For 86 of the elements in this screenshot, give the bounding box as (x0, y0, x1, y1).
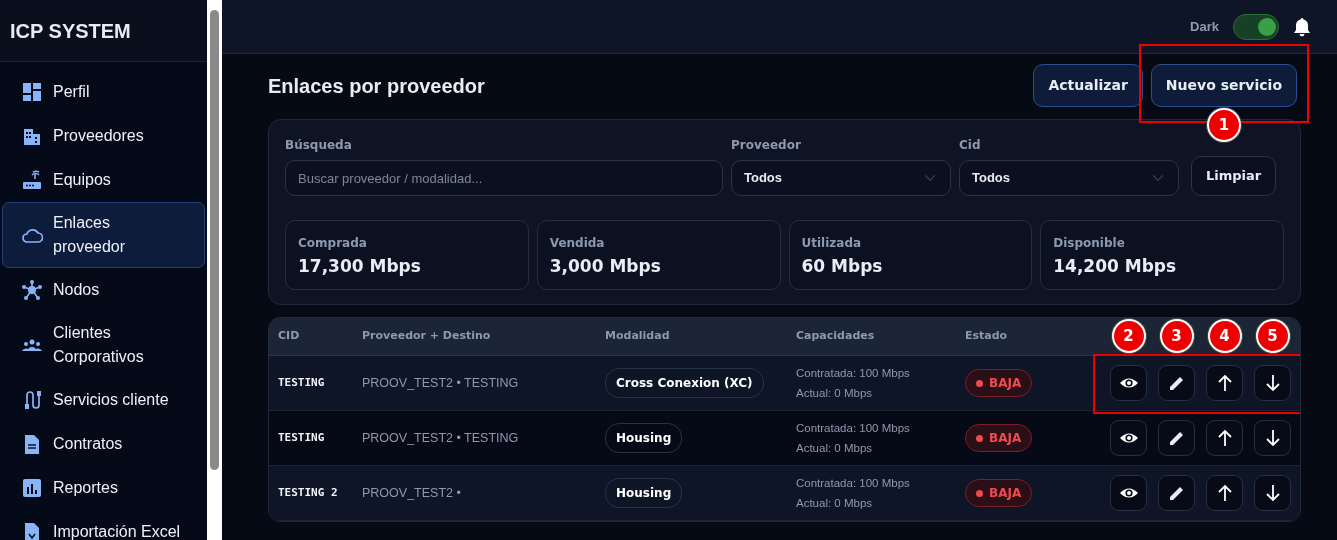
column-header: Estado (964, 328, 1009, 345)
status-tag: BAJA (965, 424, 1033, 452)
status-tag: BAJA (965, 369, 1033, 397)
view-button[interactable] (1110, 420, 1147, 456)
cid-select[interactable]: Todos (959, 160, 1179, 196)
view-button[interactable] (1110, 365, 1147, 401)
field-label: Búsqueda (285, 137, 353, 154)
sidebar-item[interactable]: Importación Excel (2, 510, 205, 540)
new-service-button[interactable]: Nuevo servicio (1150, 64, 1297, 107)
table-cell-text: PROOV_TEST2 • (361, 484, 462, 502)
sidebar-item[interactable]: Perfil (2, 70, 205, 114)
move-down-button[interactable] (1254, 365, 1291, 401)
arrow-down-icon (1264, 484, 1281, 502)
callout-marker: 1 (1208, 110, 1239, 140)
field-label: Cid (959, 137, 982, 154)
callout-marker: 4 (1209, 321, 1240, 351)
table-cell-text: TESTING (277, 374, 326, 391)
table-cell-text: Actual: 0 Mbps (796, 496, 874, 511)
arrow-up-icon (1216, 484, 1233, 502)
sidebar-item[interactable]: Contratos (2, 422, 205, 466)
search-field[interactable]: Buscar proveedor / modalidad... (285, 160, 723, 196)
status-tag: BAJA (965, 479, 1033, 507)
callout-marker: 3 (1161, 321, 1192, 351)
pencil-icon (1167, 484, 1186, 502)
table-cell-text: PROOV_TEST2 • TESTING (361, 374, 520, 392)
column-header: CID (277, 328, 301, 345)
sidebar-item[interactable]: Equipos (2, 158, 205, 202)
stat-label: Disponible (1053, 235, 1126, 252)
refresh-button[interactable]: Actualizar (1033, 64, 1143, 107)
stat-label: Utilizada (801, 235, 863, 252)
dashboard-icon (21, 81, 43, 103)
sidebar-item[interactable]: Servicios cliente (2, 378, 205, 422)
sidebar-item[interactable]: Nodos (2, 268, 205, 312)
table-cell-text: PROOV_TEST2 • TESTING (361, 429, 520, 447)
edit-button[interactable] (1158, 365, 1195, 401)
pencil-icon (1167, 374, 1186, 392)
pencil-icon (1167, 429, 1186, 447)
modality-tag: Cross Conexion (XC) (605, 368, 764, 398)
move-up-button[interactable] (1206, 365, 1243, 401)
table-cell-text: TESTING 2 (277, 484, 339, 501)
callout-marker: 2 (1113, 321, 1144, 351)
move-down-button[interactable] (1254, 475, 1291, 511)
router-icon (21, 169, 43, 191)
field-label: Proveedor (731, 137, 802, 154)
scrollbar[interactable] (207, 0, 222, 540)
column-header: Modalidad (604, 328, 671, 345)
table-cell-text: Contratada: 100 Mbps (796, 421, 911, 436)
column-header: Proveedor + Destino (361, 328, 492, 345)
bar-chart-icon (21, 477, 43, 499)
arrow-up-icon (1216, 429, 1233, 447)
table-cell-text: Contratada: 100 Mbps (796, 476, 911, 491)
modality-tag: Housing (605, 423, 683, 453)
move-up-button[interactable] (1206, 420, 1243, 456)
modality-tag: Housing (605, 478, 683, 508)
move-up-button[interactable] (1206, 475, 1243, 511)
arrow-up-icon (1216, 374, 1233, 392)
sidebar-item[interactable]: Clientes Corporativos (2, 312, 205, 378)
stat-label: Vendida (549, 235, 606, 252)
edit-button[interactable] (1158, 475, 1195, 511)
stat-value: 14,200 Mbps (1053, 255, 1178, 278)
arrow-down-icon (1264, 429, 1281, 447)
clear-button[interactable]: Limpiar (1191, 156, 1277, 196)
network-icon (21, 279, 43, 301)
column-header: Capacidades (795, 328, 876, 345)
notification-icon[interactable] (1293, 16, 1311, 37)
table-cell-text: Actual: 0 Mbps (796, 441, 874, 456)
arrow-down-icon (1264, 374, 1281, 392)
table-cell-text: TESTING (277, 429, 326, 446)
stat-value: 3,000 Mbps (549, 255, 662, 278)
provider-select[interactable]: Todos (731, 160, 951, 196)
app-title: ICP SYSTEM (0, 0, 207, 62)
stat-value: 17,300 Mbps (298, 255, 422, 278)
view-button[interactable] (1110, 475, 1147, 511)
sidebar-item[interactable]: Reportes (2, 466, 205, 510)
sidebar-item[interactable]: Enlaces proveedor (2, 202, 205, 268)
callout-marker: 5 (1257, 321, 1288, 351)
page-title: Enlaces por proveedor (268, 73, 485, 99)
stat-value: 60 Mbps (801, 255, 884, 278)
move-down-button[interactable] (1254, 420, 1291, 456)
sidebar-item[interactable]: Proveedores (2, 114, 205, 158)
table-cell-text: Actual: 0 Mbps (796, 386, 874, 401)
table-cell-text: Contratada: 100 Mbps (796, 366, 911, 381)
theme-label: Dark (1190, 17, 1219, 36)
theme-toggle[interactable] (1233, 13, 1279, 40)
edit-button[interactable] (1158, 420, 1195, 456)
stat-label: Comprada (298, 235, 368, 252)
